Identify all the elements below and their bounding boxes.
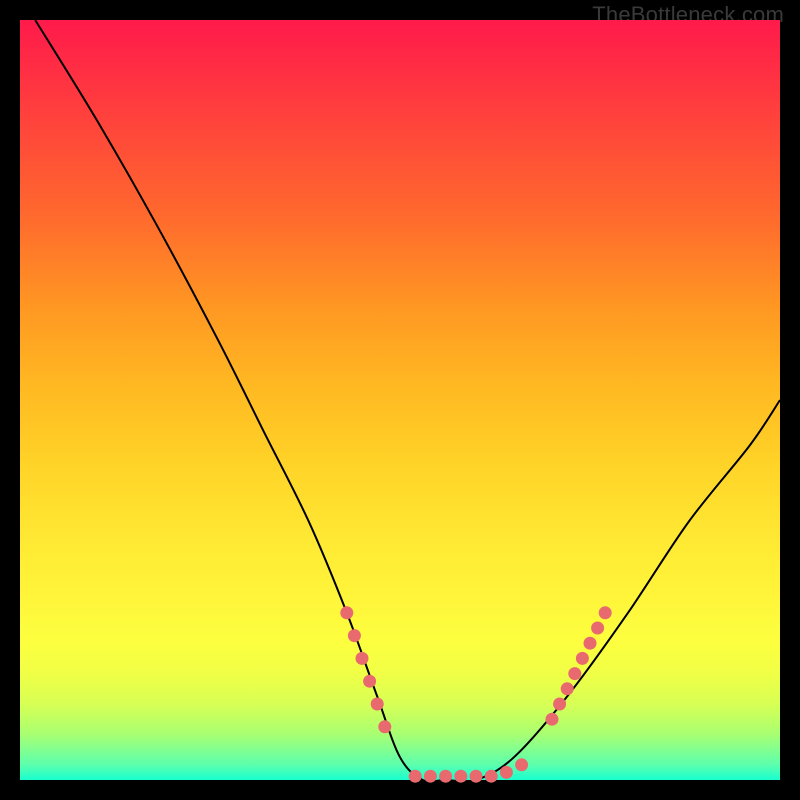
marker-dot [470, 770, 483, 783]
marker-dot [424, 770, 437, 783]
marker-dot [356, 652, 369, 665]
marker-dot [546, 713, 559, 726]
marker-dot [340, 606, 353, 619]
marker-dot [500, 766, 513, 779]
marker-dot [485, 770, 498, 783]
marker-dot [378, 720, 391, 733]
marker-dot [363, 675, 376, 688]
marker-dot [576, 652, 589, 665]
marker-dot [568, 667, 581, 680]
marker-dot [599, 606, 612, 619]
curve-path [35, 20, 780, 782]
marker-dots [340, 606, 611, 782]
marker-dot [553, 698, 566, 711]
marker-dot [409, 770, 422, 783]
marker-dot [439, 770, 452, 783]
plot-gradient-area [20, 20, 780, 780]
chart-frame: TheBottleneck.com [0, 0, 800, 800]
marker-dot [515, 758, 528, 771]
curve-svg [20, 20, 780, 780]
marker-dot [454, 770, 467, 783]
marker-dot [561, 682, 574, 695]
marker-dot [591, 622, 604, 635]
bottleneck-curve [35, 20, 780, 782]
marker-dot [371, 698, 384, 711]
marker-dot [584, 637, 597, 650]
marker-dot [348, 629, 361, 642]
